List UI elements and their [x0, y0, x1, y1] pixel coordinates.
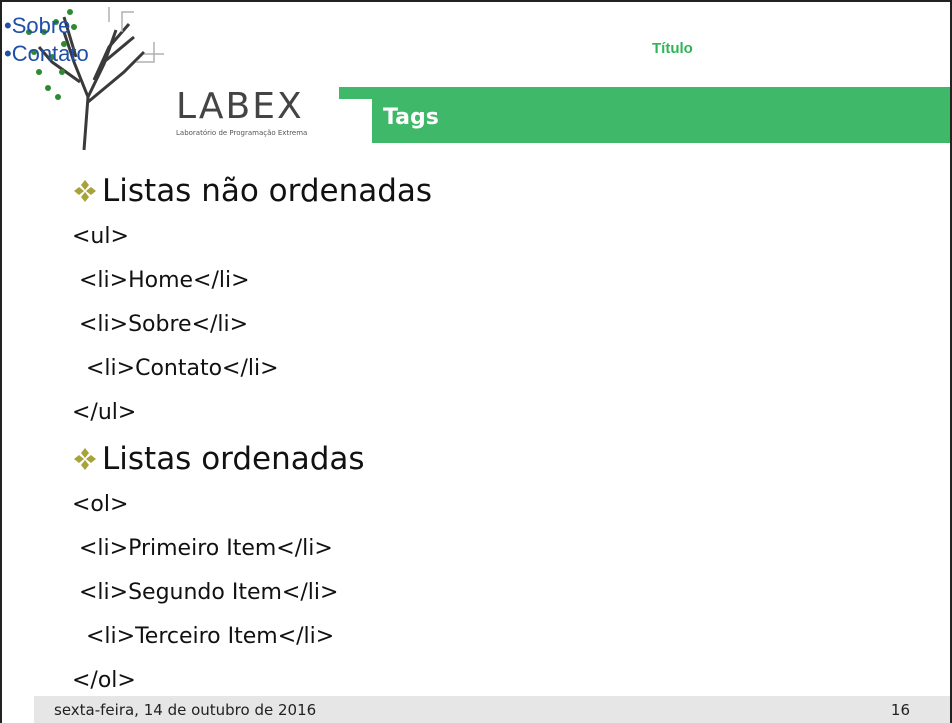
footer-date: sexta-feira, 14 de outubro de 2016 — [54, 701, 317, 719]
link-contato[interactable]: •Contato — [4, 40, 89, 68]
code-line: <li>Terceiro Item</li> — [72, 624, 335, 649]
code-line: </ul> — [72, 400, 137, 425]
overlay-links: •Sobre •Contato — [4, 12, 89, 68]
page-number: 16 — [890, 701, 910, 719]
logo-subtitle: Laboratório de Programação Extrema — [176, 129, 307, 137]
slide: LABEX Laboratório de Programação Extrema… — [0, 0, 952, 723]
code-line: <li>Home</li> — [72, 268, 250, 293]
banner-notch — [339, 99, 372, 143]
code-line: <ul> — [72, 224, 129, 249]
banner-label: Tags — [383, 105, 439, 130]
code-line: <li>Primeiro Item</li> — [72, 536, 333, 561]
section-heading: Listas ordenadas — [72, 435, 932, 483]
slide-title: Título — [652, 40, 693, 57]
code-line: <li>Contato</li> — [72, 356, 279, 381]
slide-content: Listas não ordenadas <ul> <li>Home</li> … — [72, 167, 932, 703]
section-heading: Listas não ordenadas — [72, 167, 932, 215]
diamond-bullet-icon — [74, 180, 96, 202]
section-heading-text: Listas ordenadas — [102, 441, 365, 477]
code-line: <ol> — [72, 492, 129, 517]
diamond-bullet-icon — [74, 448, 96, 470]
logo-wordmark: LABEX — [176, 86, 304, 127]
section-heading-text: Listas não ordenadas — [102, 173, 433, 209]
code-line: <li>Sobre</li> — [72, 312, 249, 337]
slide-footer: sexta-feira, 14 de outubro de 2016 16 — [34, 696, 950, 723]
link-sobre[interactable]: •Sobre — [4, 12, 89, 40]
circuit-graphic — [108, 7, 164, 63]
code-line: <li>Segundo Item</li> — [72, 580, 339, 605]
